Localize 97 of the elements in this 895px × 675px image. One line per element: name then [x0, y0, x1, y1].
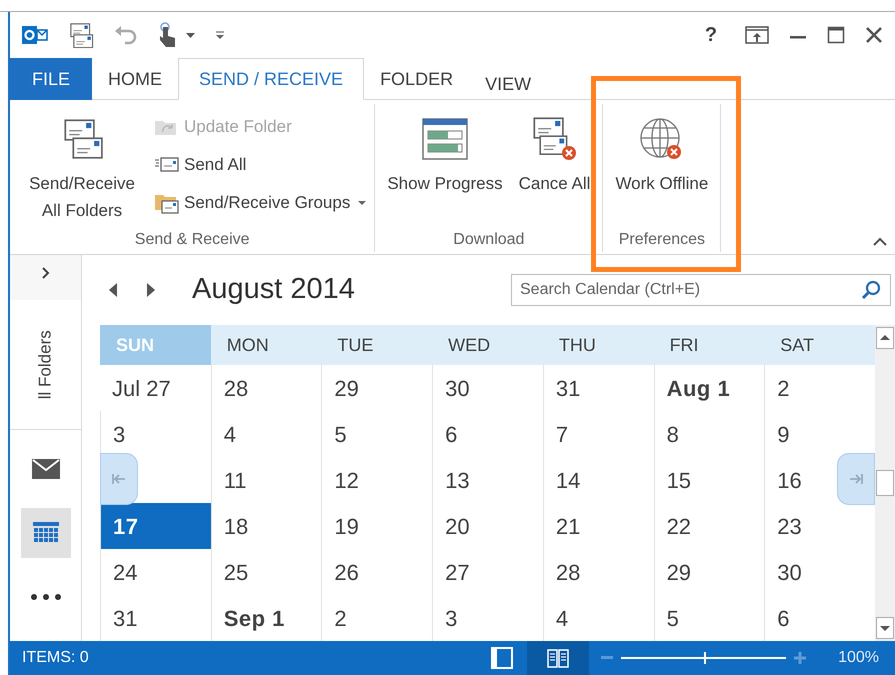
date-cell[interactable]: 15 — [654, 464, 704, 496]
folder-envelope-icon — [154, 192, 180, 214]
jump-right-icon — [849, 474, 863, 484]
date-cell[interactable]: 5 — [322, 418, 359, 450]
previous-arrow-icon[interactable] — [108, 283, 118, 297]
scrollbar[interactable] — [875, 325, 895, 641]
ribbon-small-button[interactable]: Send/Receive Groups — [154, 184, 366, 222]
date-cell[interactable]: 17 — [101, 503, 211, 549]
date-cell[interactable]: 2 — [322, 602, 359, 634]
ribbon-tab[interactable]: HOME — [92, 58, 178, 100]
next-arrow-icon[interactable] — [146, 283, 156, 297]
search-field[interactable]: Search Calendar (Ctrl+E) — [511, 274, 891, 306]
folders-pane-label[interactable]: ll Folders — [32, 330, 58, 399]
date-cell[interactable]: 16 — [765, 464, 814, 496]
zoom-slider[interactable] — [621, 652, 786, 664]
scroll-down-icon[interactable] — [876, 617, 894, 639]
close-icon[interactable] — [865, 26, 883, 44]
date-cell[interactable]: 27 — [433, 556, 482, 588]
customize-toolbar-icon[interactable] — [215, 30, 225, 40]
progress-bars-icon — [422, 118, 468, 160]
date-cell[interactable]: 5 — [654, 602, 691, 634]
items-count: ITEMS: 0 — [22, 648, 89, 668]
jump-left-icon — [112, 474, 126, 484]
touch-hand-icon[interactable] — [158, 22, 178, 48]
date-cell[interactable]: 21 — [544, 510, 592, 542]
zoom-level[interactable]: 100% — [838, 646, 879, 670]
envelopes-cancel-icon — [530, 117, 579, 161]
ribbon-tab[interactable]: SEND / RECEIVE — [178, 58, 364, 100]
date-cell[interactable]: 28 — [212, 372, 260, 404]
ribbon-display-icon[interactable] — [745, 26, 769, 44]
weekday-header: WED — [447, 334, 492, 356]
help-button[interactable]: ? — [697, 20, 725, 50]
date-cell[interactable]: 2 — [765, 372, 802, 404]
month-title: August 2014 — [192, 272, 355, 308]
date-cell[interactable]: 29 — [322, 372, 371, 404]
date-cell[interactable]: Sep 1 — [212, 602, 297, 634]
date-cell[interactable]: 9 — [765, 418, 802, 450]
date-cell[interactable]: 14 — [544, 464, 592, 496]
dropdown-caret-icon[interactable] — [186, 32, 195, 38]
date-cell[interactable]: 13 — [433, 464, 482, 496]
normal-view-icon — [491, 647, 514, 669]
group-label: Download — [452, 230, 526, 250]
date-cell[interactable]: 3 — [433, 602, 470, 634]
send-receive-icon[interactable] — [68, 22, 94, 48]
date-cell[interactable]: 26 — [322, 556, 371, 588]
outlook-logo-icon[interactable] — [22, 24, 48, 46]
date-cell[interactable]: 3 — [101, 418, 138, 450]
date-cell[interactable]: 23 — [765, 510, 814, 542]
date-cell[interactable]: 8 — [654, 418, 691, 450]
date-cell[interactable]: Jul 27 — [100, 372, 183, 404]
date-cell[interactable]: 22 — [654, 510, 704, 542]
date-cell[interactable]: 31 — [544, 372, 592, 404]
collapse-ribbon-icon[interactable] — [873, 237, 887, 246]
ribbon-button[interactable]: Show Progress — [383, 104, 507, 224]
date-cell[interactable]: 29 — [654, 556, 704, 588]
ribbon-tab[interactable]: FILE — [10, 58, 92, 100]
zoom-thumb[interactable] — [704, 652, 706, 664]
date-cell[interactable]: 30 — [433, 372, 482, 404]
scroll-thumb[interactable] — [876, 470, 894, 496]
dropdown-caret-icon — [358, 200, 366, 206]
date-cell[interactable]: 6 — [433, 418, 470, 450]
date-cell[interactable]: 31 — [101, 602, 150, 634]
date-cell[interactable]: 4 — [544, 602, 580, 634]
date-cell[interactable]: 11 — [212, 464, 259, 496]
ribbon-tab[interactable]: VIEW — [469, 58, 548, 100]
ribbon-button[interactable]: Cance All — [514, 104, 594, 224]
date-cell[interactable]: 20 — [433, 510, 482, 542]
ribbon-tab[interactable]: FOLDER — [364, 58, 470, 100]
search-icon[interactable] — [861, 280, 881, 300]
date-cell[interactable]: 6 — [765, 602, 802, 634]
date-cell[interactable]: 28 — [544, 556, 592, 588]
date-cell[interactable]: 7 — [544, 418, 580, 450]
date-cell[interactable]: 19 — [322, 510, 371, 542]
group-label: Preferences — [618, 230, 706, 250]
date-cell[interactable]: 30 — [765, 556, 814, 588]
scroll-up-icon[interactable] — [876, 327, 894, 349]
date-cell[interactable]: 12 — [322, 464, 371, 496]
weekday-header: THU — [558, 334, 597, 356]
maximize-icon[interactable] — [827, 26, 845, 44]
ribbon-button[interactable]: Send/Receive All Folders — [18, 104, 146, 224]
group-label: Send & Receive — [134, 230, 251, 250]
date-cell[interactable]: 4 — [212, 418, 248, 450]
weekday-header: TUE — [336, 334, 374, 356]
reading-view-button[interactable] — [527, 641, 590, 675]
weekday-header: SUN — [100, 325, 211, 365]
weekday-header: FRI — [668, 334, 700, 356]
expand-chevron-icon[interactable] — [42, 267, 50, 279]
weekday-header: SAT — [779, 334, 815, 356]
weekday-header: MON — [226, 334, 270, 356]
calendar-icon[interactable] — [20, 508, 70, 558]
date-cell[interactable]: 18 — [212, 510, 260, 542]
ribbon-small-button[interactable]: Send All — [154, 146, 366, 184]
ribbon-button[interactable]: Work Offline — [611, 104, 712, 224]
date-cell[interactable]: 24 — [101, 556, 150, 588]
book-icon — [547, 648, 570, 668]
date-cell[interactable]: Aug 1 — [654, 372, 742, 404]
date-cell[interactable]: 25 — [212, 556, 260, 588]
